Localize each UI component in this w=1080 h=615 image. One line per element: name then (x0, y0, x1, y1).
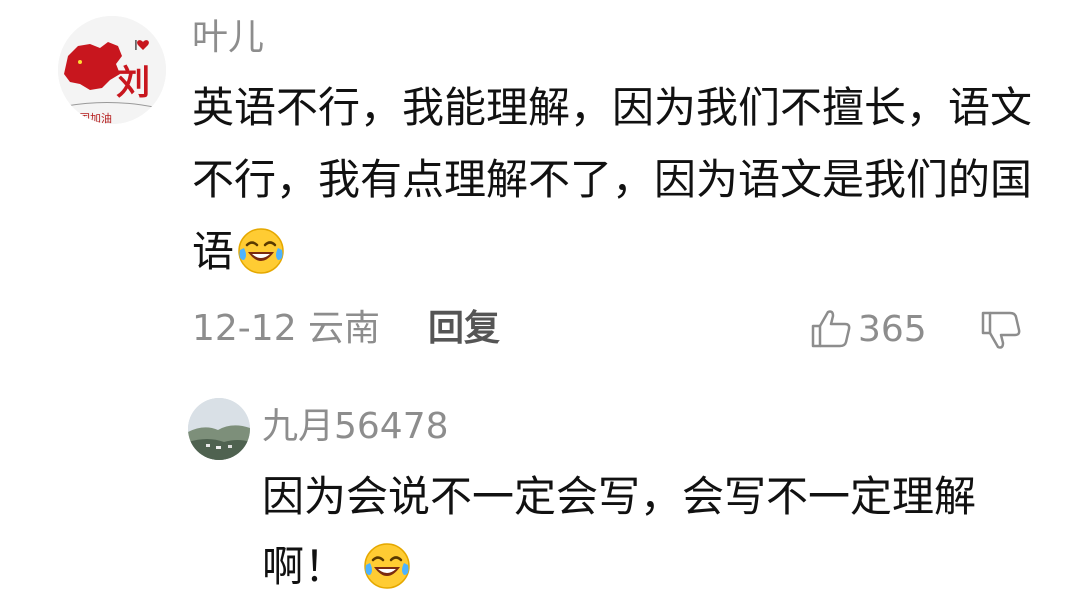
comment-text-body: 英语不行，我能理解，因为我们不擅长，语文不行，我有点理解不了，因为语文是我们的国… (192, 83, 1033, 276)
dislike-button[interactable] (978, 307, 1024, 353)
comment-username[interactable]: 叶儿 (192, 14, 264, 62)
comment-thread: I 刘 中国加油 叶儿 英语不行，我能理解，因为我们不擅长，语文不行，我有点理解… (0, 0, 1080, 615)
user-avatar[interactable]: I 刘 中国加油 (58, 16, 166, 124)
svg-text:中国加油: 中国加油 (68, 111, 112, 124)
thumbs-up-icon (811, 310, 851, 348)
like-button[interactable]: 365 (808, 304, 927, 354)
avatar-landscape-icon (188, 398, 250, 460)
like-count: 365 (858, 308, 927, 350)
svg-text:刘: 刘 (116, 63, 150, 103)
reply-user-avatar[interactable] (188, 398, 250, 460)
avatar-map-icon: I 刘 中国加油 (58, 16, 166, 124)
comment-date-location: 12-12 云南 (192, 308, 381, 349)
comment-text: 英语不行，我能理解，因为我们不擅长，语文不行，我有点理解不了，因为语文是我们的国… (192, 72, 1032, 288)
reply-button[interactable]: 回复 (428, 304, 500, 354)
reply-username[interactable]: 九月56478 (262, 403, 449, 451)
laughing-tears-emoji-icon (362, 541, 412, 591)
reply-text: 因为会说不一定会写，会写不一定理解啊！ (262, 462, 1022, 602)
svg-text:I: I (134, 39, 138, 54)
comment-meta-row: 12-12 云南 回复 365 (192, 304, 1032, 356)
laughing-tears-emoji-icon (236, 226, 286, 276)
thumbs-down-icon (981, 311, 1021, 349)
